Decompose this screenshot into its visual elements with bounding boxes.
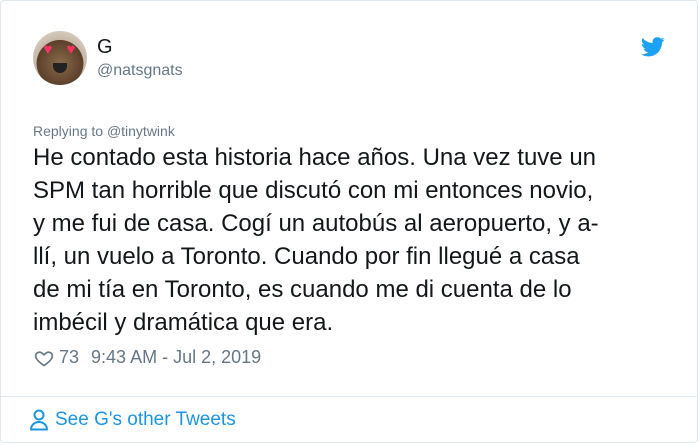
tweet-line: llí, un vuelo a Toronto. Cuando por fin … — [33, 243, 580, 270]
heart-eye-icon: ♥ — [43, 41, 53, 58]
heart-eye-icon: ♥ — [66, 41, 76, 58]
divider — [1, 396, 697, 397]
author-handle[interactable]: @natsgnats — [97, 61, 183, 81]
tweet-text: He contado esta historia hace años. Una … — [33, 141, 673, 339]
replying-to-handle-link[interactable]: @tinytwink — [107, 123, 175, 139]
tweet-card: ♥ ♥ G @natsgnats Replying to @tinytwink … — [0, 0, 698, 443]
tweet-line: He contado esta historia hace años. Una … — [33, 144, 597, 171]
author-display-name[interactable]: G — [97, 35, 183, 59]
twitter-bird-icon[interactable] — [641, 37, 665, 57]
like-count: 73 — [59, 347, 80, 367]
person-icon — [30, 409, 48, 431]
author-names: G @natsgnats — [97, 35, 183, 81]
tweet-line: de mi tía en Toronto, es cuando me di cu… — [33, 276, 572, 303]
replying-to-prefix: Replying to — [33, 123, 107, 139]
see-other-tweets-link[interactable]: See G's other Tweets — [29, 409, 236, 431]
avatar[interactable]: ♥ ♥ — [33, 31, 87, 85]
heart-icon[interactable] — [34, 348, 54, 368]
tweet-meta: 73 9:43 AM - Jul 2, 2019 — [34, 347, 261, 368]
tweet-line: imbécil y dramática que era. — [33, 309, 334, 336]
tweet-header: ♥ ♥ G @natsgnats — [33, 31, 183, 85]
tweet-timestamp[interactable]: 9:43 AM - Jul 2, 2019 — [91, 347, 261, 368]
tweet-line: y me fui de casa. Cogí un autobús al aer… — [33, 210, 599, 237]
tweet-line: SPM tan horrible que discutó con mi ento… — [33, 177, 594, 204]
replying-to: Replying to @tinytwink — [33, 123, 175, 139]
see-other-tweets-label: See G's other Tweets — [55, 409, 236, 430]
avatar-mouth — [53, 63, 67, 73]
